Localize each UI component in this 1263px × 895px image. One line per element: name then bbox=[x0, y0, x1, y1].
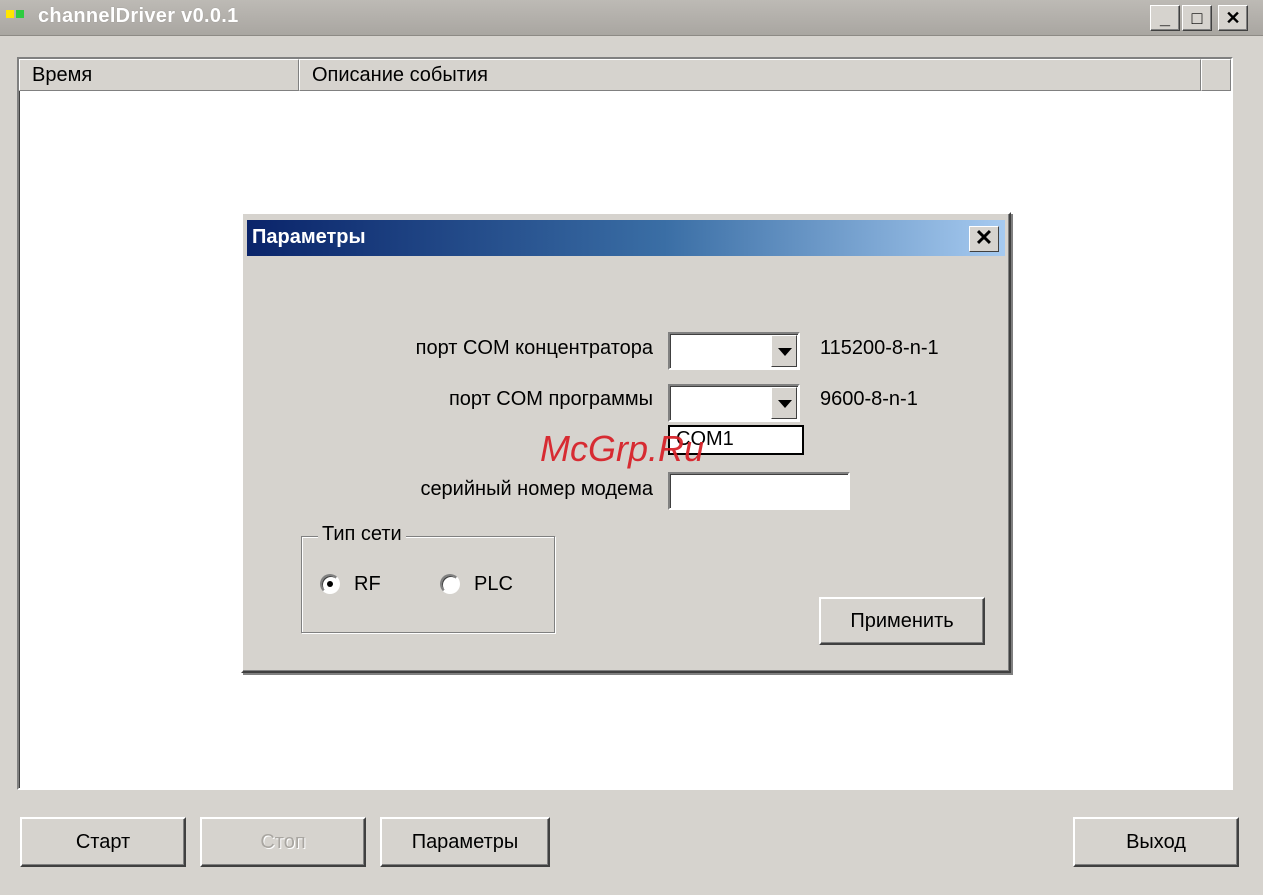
column-header-filler bbox=[1201, 59, 1231, 91]
app-icon bbox=[6, 10, 26, 20]
dialog-close-icon[interactable]: ✕ bbox=[969, 226, 999, 252]
serial-number-input[interactable] bbox=[668, 472, 850, 510]
serial-number-label: серийный номер модема bbox=[420, 478, 653, 500]
chevron-down-icon[interactable] bbox=[771, 387, 797, 419]
network-type-group: Тип сети RF PLC bbox=[301, 523, 555, 633]
app-port-label: порт COM программы bbox=[448, 388, 653, 410]
window-title-bar[interactable]: channelDriver v0.0.1 _ □ ✕ bbox=[0, 0, 1263, 36]
minimize-icon[interactable]: _ bbox=[1150, 5, 1180, 31]
start-button[interactable]: Старт bbox=[20, 817, 186, 867]
parameters-button[interactable]: Параметры bbox=[380, 817, 550, 867]
dialog-title: Параметры bbox=[252, 226, 366, 248]
maximize-icon[interactable]: □ bbox=[1182, 5, 1212, 31]
column-header-description[interactable]: Описание события bbox=[299, 59, 1201, 91]
dialog-title-bar[interactable]: Параметры ✕ bbox=[247, 220, 1005, 256]
network-type-label: Тип сети bbox=[318, 523, 406, 546]
column-header-time[interactable]: Время bbox=[19, 59, 299, 91]
chevron-down-icon[interactable] bbox=[771, 335, 797, 367]
radio-rf-selected-dot bbox=[327, 581, 333, 587]
hub-port-combo[interactable] bbox=[668, 332, 800, 370]
exit-button[interactable]: Выход bbox=[1073, 817, 1239, 867]
radio-plc[interactable] bbox=[440, 574, 460, 594]
apply-button[interactable]: Применить bbox=[819, 597, 985, 645]
app-port-combo[interactable] bbox=[668, 384, 800, 422]
hub-port-label: порт COM концентратора bbox=[415, 337, 653, 359]
app-port-info: 9600-8-n-1 bbox=[820, 388, 918, 410]
window-title: channelDriver v0.0.1 bbox=[38, 5, 239, 27]
radio-plc-label[interactable]: PLC bbox=[474, 573, 513, 596]
radio-rf-label[interactable]: RF bbox=[354, 573, 381, 596]
stop-button[interactable]: Стоп bbox=[200, 817, 366, 867]
hub-port-info: 115200-8-n-1 bbox=[820, 337, 939, 359]
radio-rf[interactable] bbox=[320, 574, 340, 594]
watermark: McGrp.Ru bbox=[540, 428, 705, 469]
close-icon[interactable]: ✕ bbox=[1218, 5, 1248, 31]
